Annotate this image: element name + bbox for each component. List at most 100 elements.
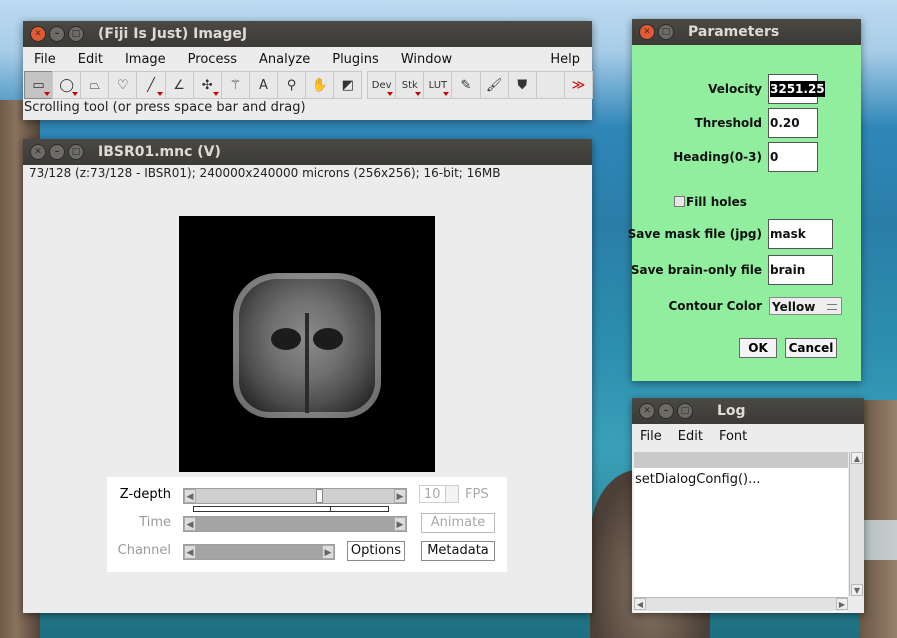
menu-window[interactable]: Window (390, 52, 463, 67)
dialog-title: Parameters (688, 24, 780, 40)
pencil-icon[interactable]: ✎ (451, 71, 481, 99)
slider-left-arrow-icon[interactable]: ◀ (184, 517, 196, 531)
fill-holes-label: Fill holes (686, 195, 747, 209)
threshold-label: Threshold (694, 116, 762, 130)
options-button[interactable]: Options (347, 541, 405, 561)
menu-file[interactable]: File (632, 429, 670, 444)
fps-label: FPS (465, 487, 489, 502)
horizontal-scrollbar[interactable]: ◀ ▶ (634, 597, 848, 611)
close-icon[interactable]: ✕ (639, 24, 655, 40)
magnifier-tool-icon[interactable]: ⚲ (276, 71, 307, 99)
slider-left-arrow-icon[interactable]: ◀ (184, 489, 196, 503)
channel-slider[interactable]: ◀ ▶ (183, 544, 335, 560)
minimize-icon[interactable]: – (658, 403, 674, 419)
zdepth-slider-knob[interactable] (316, 489, 323, 503)
save-mask-field[interactable]: mask (768, 219, 833, 249)
blank-tool-slot[interactable] (535, 71, 565, 99)
zdepth-label: Z-depth (119, 487, 171, 502)
slider-left-arrow-icon[interactable]: ◀ (184, 545, 196, 559)
minimize-icon[interactable]: – (49, 144, 65, 160)
menu-help[interactable]: Help (539, 52, 592, 67)
ok-button[interactable]: OK (739, 338, 777, 358)
fps-spinner[interactable]: 10 (419, 485, 459, 503)
line-tool-icon[interactable]: ╱ (136, 71, 166, 99)
parameters-dialog: ✕ □ Parameters Velocity 3251.25 Threshol… (628, 19, 861, 381)
scroll-right-icon[interactable]: ▶ (836, 598, 848, 610)
slider-right-arrow-icon[interactable]: ▶ (394, 517, 406, 531)
menu-edit[interactable]: Edit (67, 52, 114, 67)
log-text: setDialogConfig()... (635, 472, 761, 487)
image-info: 73/128 (z:73/128 - IBSR01); 240000x24000… (29, 166, 501, 180)
status-bar: Scrolling tool (or press space bar and d… (24, 100, 306, 115)
fill-holes-checkbox[interactable]: Fill holes (674, 194, 747, 210)
hand-tool-icon[interactable]: ✋ (305, 71, 335, 99)
parameters-titlebar[interactable]: ✕ □ Parameters (632, 19, 861, 45)
maximize-icon[interactable]: □ (68, 26, 84, 42)
log-titlebar[interactable]: ✕ – □ Log (632, 398, 864, 424)
maximize-icon[interactable]: □ (68, 144, 84, 160)
lut-menu-icon[interactable]: LUT (423, 71, 453, 99)
log-text-area[interactable]: setDialogConfig()... (634, 452, 848, 612)
vertical-scrollbar[interactable]: ▲ ▼ (849, 452, 864, 596)
angle-tool-icon[interactable]: ∠ (164, 71, 194, 99)
contour-color-label: Contour Color (668, 299, 762, 313)
scroll-up-icon[interactable]: ▲ (851, 452, 863, 464)
close-icon[interactable]: ✕ (639, 403, 655, 419)
velocity-field[interactable]: 3251.25 (768, 74, 825, 104)
menu-file[interactable]: File (23, 52, 67, 67)
menu-plugins[interactable]: Plugins (321, 52, 390, 67)
imagej-titlebar[interactable]: ✕ – □ (Fiji Is Just) ImageJ (23, 21, 592, 47)
brush-icon[interactable]: 🖌 (479, 71, 509, 99)
menu-edit[interactable]: Edit (670, 429, 711, 444)
slider-right-arrow-icon[interactable]: ▶ (394, 489, 406, 503)
maximize-icon[interactable]: □ (658, 24, 674, 40)
maximize-icon[interactable]: □ (677, 403, 693, 419)
log-menubar: File Edit Font (632, 424, 864, 448)
scroll-left-icon[interactable]: ◀ (634, 598, 646, 610)
window-title: IBSR01.mnc (V) (98, 144, 221, 160)
text-tool-icon[interactable]: A (248, 71, 278, 99)
zdepth-progress (193, 506, 389, 512)
imagej-window: ✕ – □ (Fiji Is Just) ImageJ File Edit Im… (23, 21, 593, 120)
minimize-icon[interactable]: – (49, 26, 65, 42)
heading-field[interactable]: 0 (768, 142, 818, 172)
color-picker-tool-icon[interactable]: ◩ (333, 71, 363, 99)
zdepth-slider[interactable]: ◀ ▶ (183, 488, 407, 504)
metadata-button[interactable]: Metadata (421, 541, 495, 561)
brain-mri-image (233, 273, 381, 418)
wand-tool-icon[interactable]: ⚚ (220, 71, 250, 99)
image-titlebar[interactable]: ✕ – □ IBSR01.mnc (V) (23, 139, 592, 165)
menu-process[interactable]: Process (177, 52, 248, 67)
desktop-rock-right (860, 400, 897, 638)
freehand-tool-icon[interactable]: ♡ (108, 71, 138, 99)
menu-font[interactable]: Font (711, 429, 755, 444)
menu-analyze[interactable]: Analyze (248, 52, 321, 67)
contour-color-select[interactable]: Yellow (769, 297, 842, 315)
more-tools-icon[interactable]: ≫ (563, 71, 593, 99)
time-label: Time (139, 515, 171, 530)
desktop-foam (860, 520, 897, 560)
animate-button[interactable]: Animate (421, 513, 495, 533)
image-window: ✕ – □ IBSR01.mnc (V) 73/128 (z:73/128 - … (23, 139, 592, 613)
point-tool-icon[interactable]: ✣ (192, 71, 222, 99)
stk-menu-icon[interactable]: Stk (395, 71, 425, 99)
cancel-button[interactable]: Cancel (785, 338, 837, 358)
polygon-tool-icon[interactable]: ⏢ (80, 71, 110, 99)
image-canvas[interactable] (179, 216, 435, 472)
save-brain-field[interactable]: brain (768, 255, 833, 285)
time-slider[interactable]: ◀ ▶ (183, 516, 407, 532)
slider-right-arrow-icon[interactable]: ▶ (322, 545, 334, 559)
save-mask-label: Save mask file (jpg) (627, 227, 762, 241)
log-window: ✕ – □ Log File Edit Font setDialogConfig… (632, 398, 864, 613)
threshold-field[interactable]: 0.20 (768, 108, 818, 138)
rectangle-tool-icon[interactable]: ▭ (24, 71, 54, 99)
close-icon[interactable]: ✕ (30, 26, 46, 42)
close-icon[interactable]: ✕ (30, 144, 46, 160)
scroll-down-icon[interactable]: ▼ (851, 584, 863, 596)
menu-image[interactable]: Image (114, 52, 177, 67)
dev-menu-icon[interactable]: Dev (367, 71, 397, 99)
oval-tool-icon[interactable]: ◯ (52, 71, 82, 99)
imagej-toolbar: ▭ ◯ ⏢ ♡ ╱ ∠ ✣ ⚚ A ⚲ ✋ ◩ Dev Stk LUT ✎ 🖌 … (23, 71, 593, 99)
velocity-label: Velocity (708, 82, 762, 96)
flood-fill-icon[interactable]: ⛊ (507, 71, 537, 99)
